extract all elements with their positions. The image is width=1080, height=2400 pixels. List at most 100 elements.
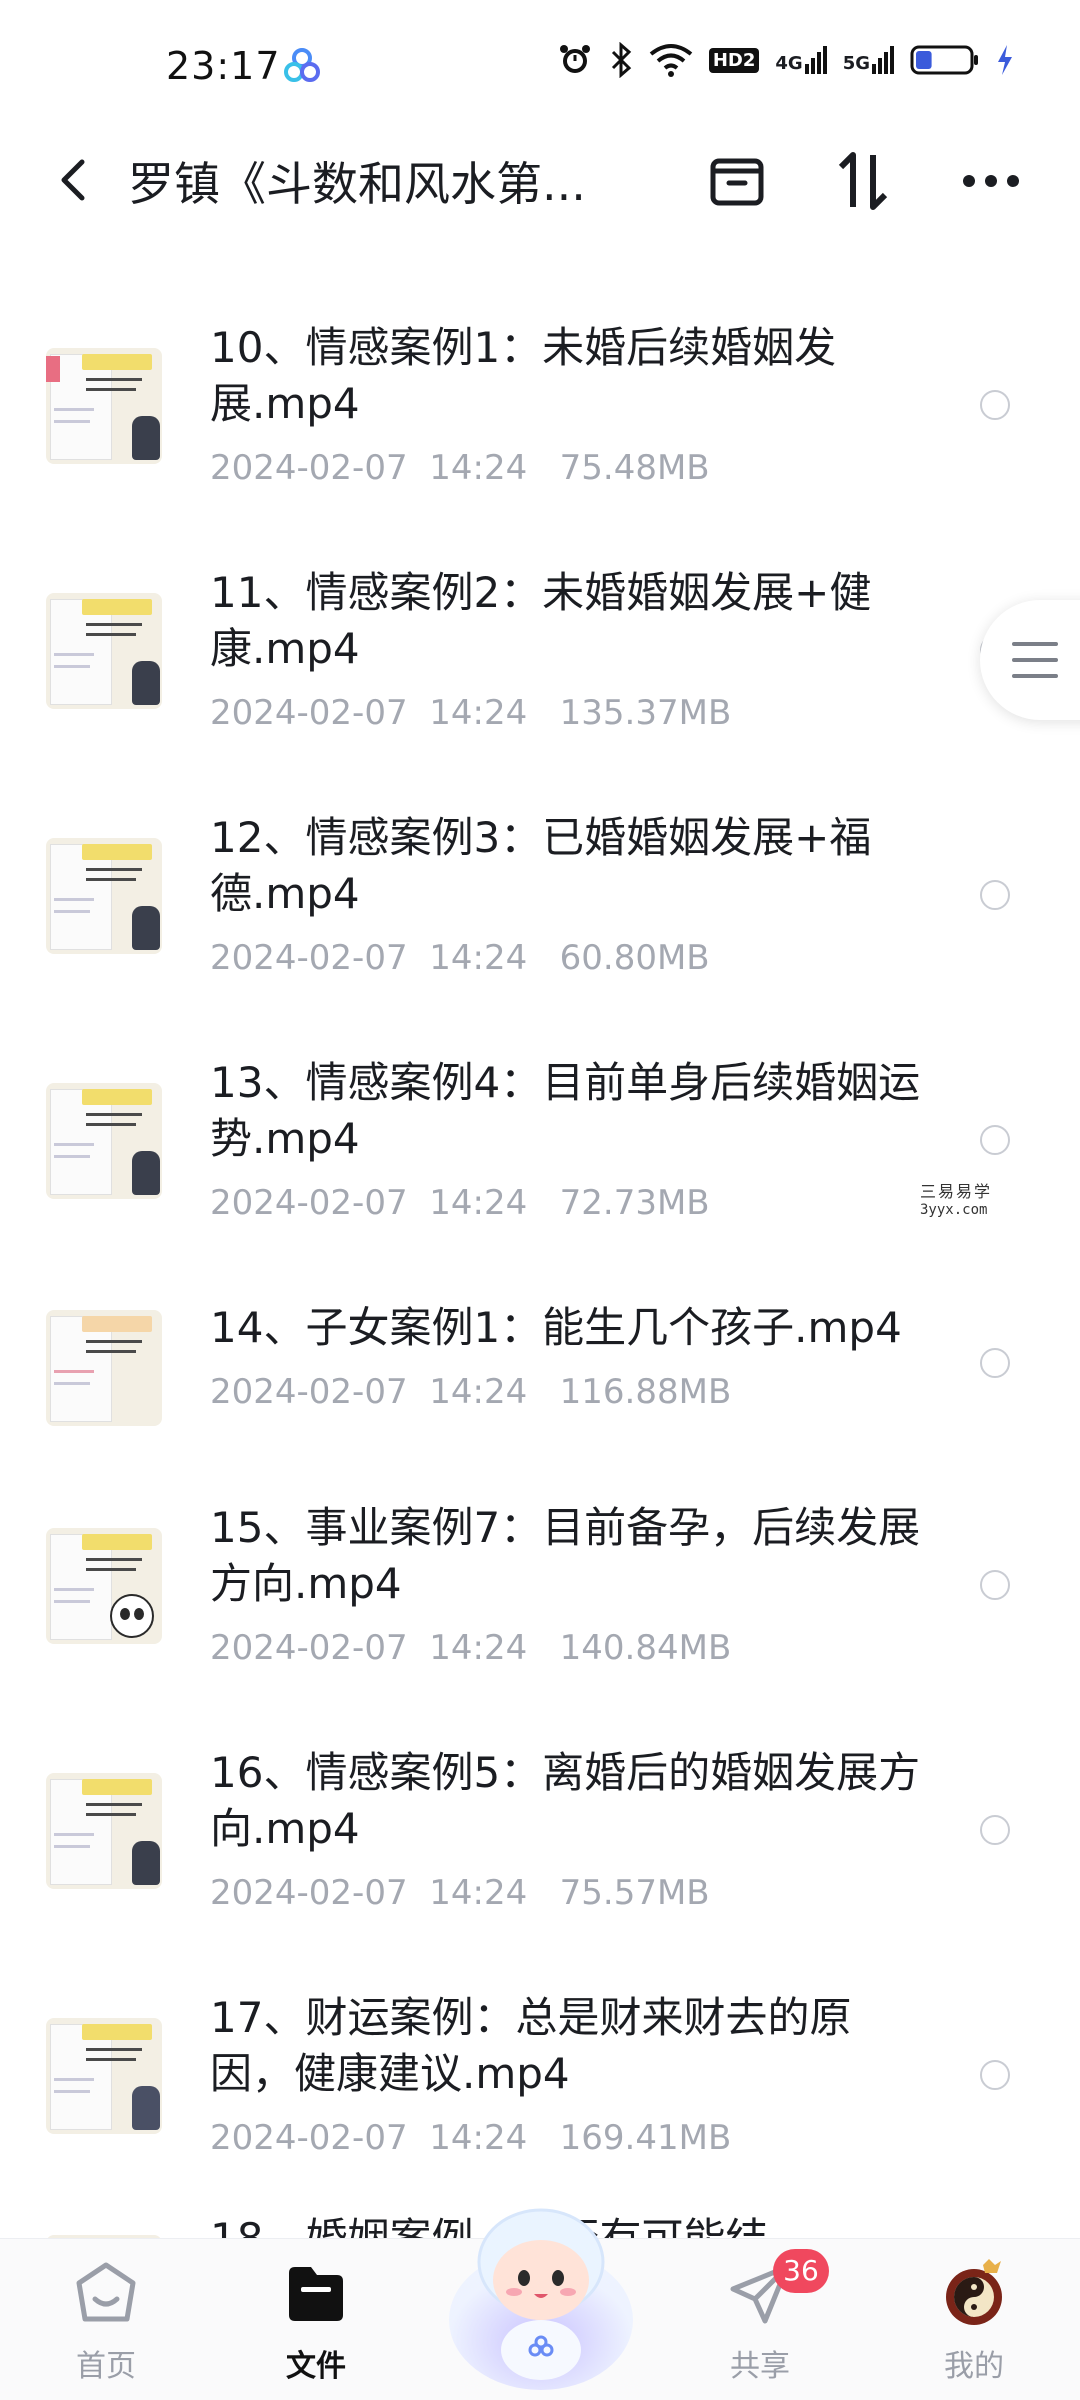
back-button[interactable] [48,150,104,210]
signal-4g-icon: 4G [775,46,827,74]
list-item[interactable]: 13、情感案例4：目前单身后续婚姻运势.mp4 2024-02-07 14:24… [0,1015,1080,1245]
page-title: 罗镇《斗数和风水第... [128,157,586,211]
file-size: 135.37MB [559,693,732,733]
video-thumbnail [46,1773,162,1889]
file-time: 14:24 [429,2118,528,2158]
nav-share[interactable]: 36 共享 [700,2249,829,2385]
archive-icon [710,158,764,206]
file-date: 2024-02-07 [210,2118,408,2158]
battery-icon [910,43,980,77]
sort-icon [838,152,888,210]
file-name: 12、情感案例3：已婚婚姻发展+福德.mp4 [210,813,872,918]
file-date: 2024-02-07 [210,1873,408,1913]
list-item[interactable]: 17、财运案例：总是财来财去的原因，健康建议.mp4 2024-02-07 14… [0,1950,1080,2180]
nav-home[interactable]: 首页 [46,2259,166,2385]
file-name: 15、事业案例7：目前备孕，后续发展方向.mp4 [210,1503,921,1608]
file-size: 72.73MB [559,1183,710,1223]
alarm-icon [557,42,593,78]
status-icons: HD2 4G 5G [557,42,1014,78]
file-time: 14:24 [429,938,528,978]
file-meta: 2024-02-07 14:24 116.88MB [210,1372,731,1412]
file-meta: 2024-02-07 14:24 60.80MB [210,938,710,978]
file-time: 14:24 [429,1183,528,1223]
file-name: 14、子女案例1：能生几个孩子.mp4 [210,1303,902,1352]
file-date: 2024-02-07 [210,938,408,978]
file-meta: 2024-02-07 14:24 135.37MB [210,693,731,733]
file-size: 75.57MB [559,1873,710,1913]
file-date: 2024-02-07 [210,1372,408,1412]
assistant-icon [449,2208,633,2390]
file-time: 14:24 [429,448,528,488]
file-meta: 2024-02-07 14:24 75.57MB [210,1873,710,1913]
watermark: 三易易学 3yyx.com [920,1178,992,1218]
select-checkbox[interactable] [980,1348,1010,1378]
file-date: 2024-02-07 [210,1183,408,1223]
more-button[interactable] [956,146,1026,216]
watermark-line2: 3yyx.com [920,1202,988,1218]
file-date: 2024-02-07 [210,693,408,733]
file-meta: 2024-02-07 14:24 169.41MB [210,2118,731,2158]
file-name: 16、情感案例5：离婚后的婚姻发展方向.mp4 [210,1748,921,1853]
file-time: 14:24 [429,1372,528,1412]
nav-label: 我的 [944,2349,1004,2384]
select-checkbox[interactable] [980,390,1010,420]
signal-5g-icon: 5G [843,46,894,74]
watermark-line1: 三易易学 [920,1182,993,1201]
file-time: 14:24 [429,1873,528,1913]
select-checkbox[interactable] [980,880,1010,910]
select-checkbox[interactable] [980,2060,1010,2090]
file-meta: 2024-02-07 14:24 140.84MB [210,1628,731,1668]
bluetooth-icon [609,42,633,78]
charging-icon [996,43,1014,77]
file-time: 14:24 [429,1628,528,1668]
video-thumbnail [46,1528,162,1644]
wifi-icon [649,42,693,78]
list-item[interactable]: 10、情感案例1：未婚后续婚姻发展.mp4 2024-02-07 14:24 7… [0,280,1080,510]
video-thumbnail [46,348,162,464]
video-thumbnail [46,593,162,709]
file-size: 140.84MB [559,1628,732,1668]
header: 罗镇《斗数和风水第... [0,130,1080,230]
select-checkbox[interactable] [980,1570,1010,1600]
list-item[interactable]: 11、情感案例2：未婚婚姻发展+健康.mp4 2024-02-07 14:24 … [0,525,1080,755]
file-name: 10、情感案例1：未婚后续婚姻发展.mp4 [210,323,837,428]
list-item[interactable]: 12、情感案例3：已婚婚姻发展+福德.mp4 2024-02-07 14:24 … [0,770,1080,1000]
back-icon [61,159,85,201]
select-checkbox[interactable] [980,1815,1010,1845]
file-date: 2024-02-07 [210,448,408,488]
video-thumbnail [46,1083,162,1199]
list-item[interactable]: 16、情感案例5：离婚后的婚姻发展方向.mp4 2024-02-07 14:24… [0,1705,1080,1935]
file-size: 169.41MB [559,2118,732,2158]
video-thumbnail [46,838,162,954]
assistant-button[interactable] [436,2170,646,2400]
file-size: 75.48MB [559,448,710,488]
share-badge: 36 [773,2249,829,2293]
nav-label: 文件 [286,2349,346,2384]
file-name: 11、情感案例2：未婚婚姻发展+健康.mp4 [210,568,872,673]
nav-files[interactable]: 文件 [256,2259,376,2385]
app-notification-icon [282,46,322,90]
video-thumbnail [46,1310,162,1426]
archive-button[interactable] [702,146,772,216]
file-size: 116.88MB [559,1372,732,1412]
home-icon [71,2259,141,2329]
nav-label: 共享 [730,2349,790,2384]
hd-icon: HD2 [708,47,760,73]
file-meta: 2024-02-07 14:24 75.48MB [210,448,710,488]
screen: 23:17 HD2 4G 5G 罗镇《斗数和风水第... 10、情感案例1：未婚… [0,0,1080,2400]
video-thumbnail [46,2018,162,2134]
file-meta: 2024-02-07 14:24 72.73MB [210,1183,710,1223]
avatar-icon [939,2259,1009,2329]
nav-label: 首页 [76,2349,136,2384]
more-icon [963,175,1019,187]
nav-profile[interactable]: 我的 [914,2259,1034,2385]
folder-icon [281,2259,351,2329]
sort-button[interactable] [828,146,898,216]
list-item[interactable]: 14、子女案例1：能生几个孩子.mp4 2024-02-07 14:24 116… [0,1260,1080,1450]
list-item[interactable]: 15、事业案例7：目前备孕，后续发展方向.mp4 2024-02-07 14:2… [0,1460,1080,1690]
file-size: 60.80MB [559,938,710,978]
select-checkbox[interactable] [980,1125,1010,1155]
file-name: 13、情感案例4：目前单身后续婚姻运势.mp4 [210,1058,921,1163]
file-time: 14:24 [429,693,528,733]
file-date: 2024-02-07 [210,1628,408,1668]
